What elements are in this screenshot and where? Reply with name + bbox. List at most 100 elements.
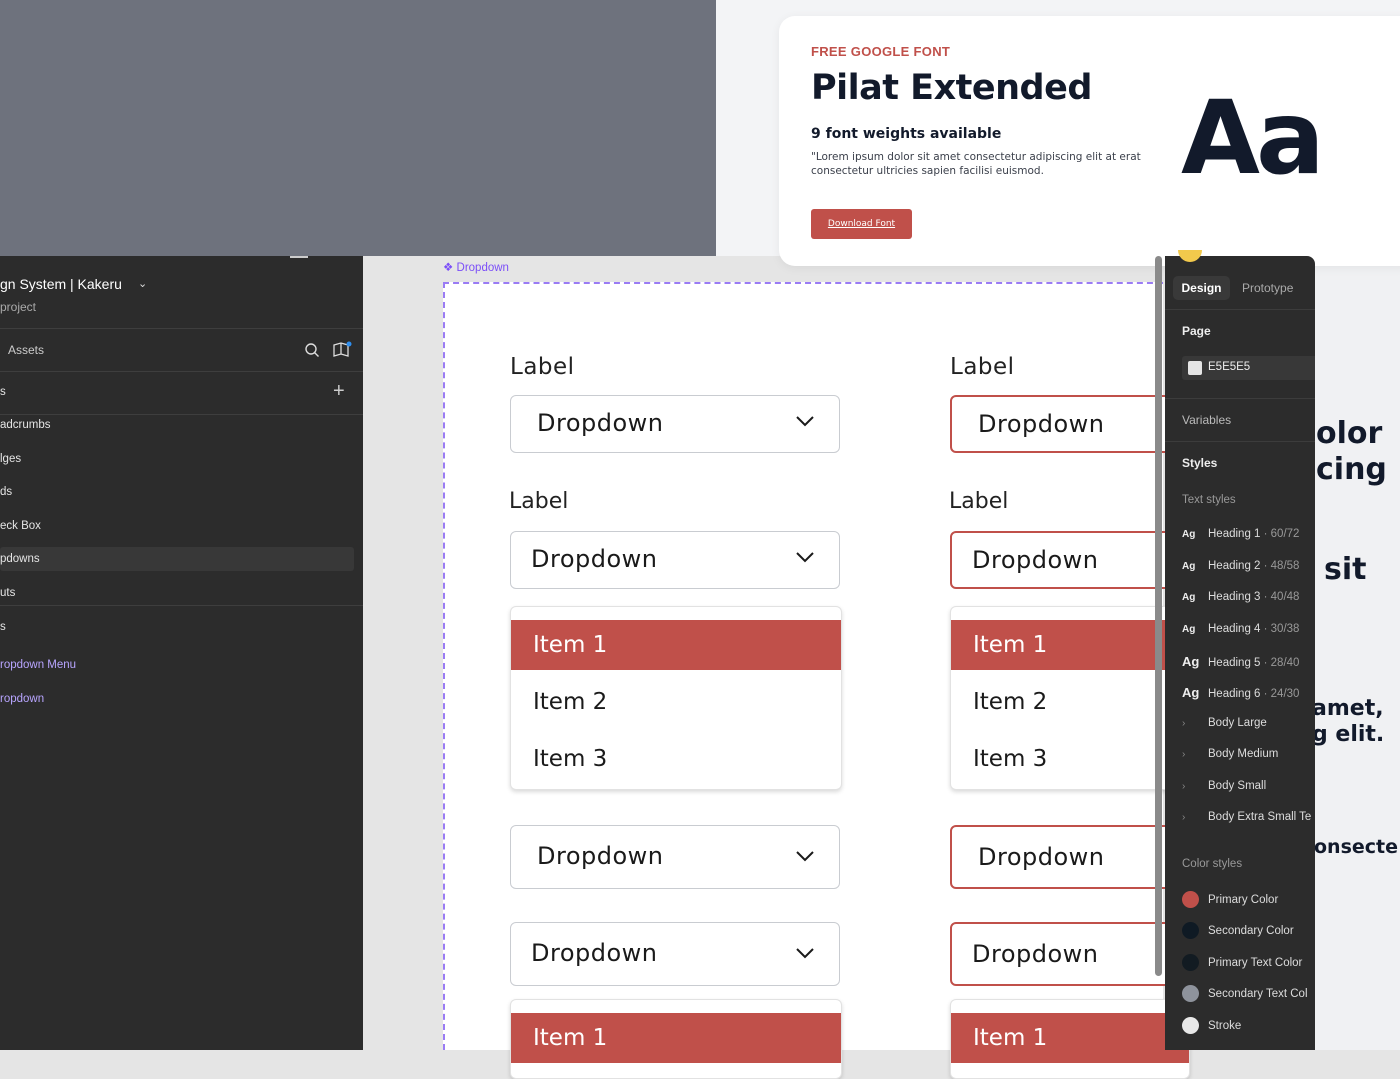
- divider: [0, 328, 363, 329]
- color-swatch[interactable]: [1188, 361, 1202, 375]
- dropdown-error[interactable]: Dropdown: [950, 825, 1190, 889]
- page-color-value: E5E5E5: [1208, 361, 1251, 373]
- body-style-item[interactable]: › Body Small: [1182, 780, 1266, 792]
- color-style-item[interactable]: Stroke: [1182, 1017, 1241, 1034]
- page-item[interactable]: ds: [0, 486, 12, 498]
- color-style-item[interactable]: Secondary Text Col: [1182, 985, 1308, 1002]
- color-style-item[interactable]: Secondary Color: [1182, 922, 1294, 939]
- font-tag: FREE GOOGLE FONT: [811, 44, 951, 59]
- text-styles-heading: Text styles: [1182, 494, 1236, 506]
- chevron-right-icon: ›: [1182, 812, 1186, 823]
- menu-item[interactable]: Item 2: [511, 677, 841, 727]
- file-subtitle: project: [0, 300, 37, 314]
- dropdown-menu: Item 1: [510, 999, 842, 1079]
- chevron-down-icon: [796, 851, 814, 862]
- text-style-name: Heading 4: [1208, 623, 1261, 635]
- section-label[interactable]: s: [0, 621, 6, 633]
- chevron-right-icon: ›: [1182, 718, 1186, 729]
- tab-prototype[interactable]: Prototype: [1242, 281, 1293, 295]
- page-heading: Page: [1182, 324, 1211, 338]
- add-icon[interactable]: +: [333, 381, 345, 401]
- text-style-name: Heading 3: [1208, 591, 1261, 603]
- tab-design[interactable]: Design: [1173, 276, 1230, 300]
- partial-text: olor: [1316, 416, 1383, 451]
- divider: [1165, 441, 1315, 442]
- page-item-label: pdowns: [0, 553, 40, 565]
- dropdown-frame[interactable]: Label Dropdown Label Dropdown Item 1 Ite…: [443, 282, 1190, 1079]
- page-item[interactable]: lges: [0, 453, 21, 465]
- variables-section[interactable]: Variables: [1182, 413, 1231, 427]
- menu-item-selected[interactable]: Item 1: [511, 1013, 841, 1063]
- menu-item-selected[interactable]: Item 1: [951, 1013, 1189, 1063]
- dropdown[interactable]: Dropdown: [510, 531, 840, 589]
- field-label: Label: [950, 354, 1015, 380]
- frame-label-text: Dropdown: [456, 262, 509, 274]
- menu-item-selected[interactable]: Item 1: [511, 620, 841, 670]
- dropdown-value: Dropdown: [531, 939, 658, 967]
- dropdown[interactable]: Dropdown: [510, 395, 840, 453]
- text-style-icon: Ag: [1182, 529, 1196, 540]
- text-style-name: Heading 2: [1208, 560, 1261, 572]
- chevron-down-icon: [796, 552, 814, 563]
- color-style-item[interactable]: Primary Color: [1182, 891, 1278, 908]
- chevron-right-icon: ›: [1182, 781, 1186, 792]
- design-panel: Design Prototype Page E5E5E5 Variables S…: [1165, 256, 1315, 1050]
- color-swatch: [1182, 891, 1199, 908]
- body-style-item[interactable]: › Body Large: [1182, 717, 1267, 729]
- text-style-icon: Ag: [1182, 654, 1200, 669]
- text-style-item[interactable]: Ag Heading 6 · 24/30: [1182, 685, 1299, 700]
- text-style-item[interactable]: Ag Heading 3 · 40/48: [1182, 591, 1299, 603]
- text-style-item[interactable]: Ag Heading 5 · 28/40: [1182, 654, 1299, 669]
- body-style-item[interactable]: › Body Extra Small Te: [1182, 811, 1311, 823]
- text-style-icon: Ag: [1182, 624, 1196, 635]
- text-style-size: · 60/72: [1260, 528, 1300, 540]
- partial-text: sit: [1324, 552, 1367, 587]
- chevron-right-icon: ›: [1182, 749, 1186, 760]
- divider: [0, 414, 363, 415]
- page-item-selected[interactable]: pdowns: [0, 547, 354, 571]
- resize-handle[interactable]: [290, 256, 308, 258]
- text-style-name: Heading 6: [1208, 688, 1261, 700]
- divider: [0, 605, 363, 606]
- dropdown[interactable]: Dropdown: [510, 922, 840, 986]
- dropdown-error[interactable]: Dropdown: [950, 922, 1190, 986]
- dropdown-menu: Item 1 Item 2 Item 3: [510, 606, 842, 790]
- page-item[interactable]: adcrumbs: [0, 419, 51, 431]
- dropdown[interactable]: Dropdown: [510, 825, 840, 889]
- field-label: Label: [510, 354, 575, 380]
- canvas-scrollbar[interactable]: [1155, 256, 1162, 976]
- text-style-name: Heading 1: [1208, 528, 1261, 540]
- color-swatch: [1182, 985, 1199, 1002]
- divider: [0, 371, 363, 372]
- assets-tab[interactable]: Assets: [8, 343, 44, 357]
- styles-heading: Styles: [1182, 456, 1218, 470]
- layers-panel: gn System | Kakeru ⌄ project Assets s + …: [0, 256, 363, 1050]
- component-item[interactable]: ropdown Menu: [0, 659, 76, 671]
- file-title[interactable]: gn System | Kakeru: [0, 276, 122, 292]
- dropdown-value: Dropdown: [978, 843, 1105, 871]
- color-styles-heading: Color styles: [1182, 858, 1243, 870]
- dropdown-error[interactable]: Dropdown: [950, 395, 1190, 453]
- library-icon[interactable]: [332, 341, 352, 364]
- page-color-field[interactable]: E5E5E5: [1182, 356, 1315, 380]
- section-label[interactable]: s: [0, 386, 6, 398]
- text-style-item[interactable]: Ag Heading 2 · 48/58: [1182, 560, 1299, 572]
- dropdown-value: Dropdown: [537, 842, 664, 870]
- page-item[interactable]: uts: [0, 587, 15, 599]
- body-style-item[interactable]: › Body Medium: [1182, 748, 1278, 760]
- dropdown-value: Dropdown: [537, 409, 664, 437]
- search-icon[interactable]: [304, 342, 320, 363]
- dropdown-error[interactable]: Dropdown: [950, 531, 1190, 589]
- frame-label[interactable]: ❖ Dropdown: [443, 260, 509, 274]
- page-item[interactable]: eck Box: [0, 520, 41, 532]
- color-swatch: [1182, 954, 1199, 971]
- component-item[interactable]: ropdown: [0, 693, 44, 705]
- color-style-item[interactable]: Primary Text Color: [1182, 954, 1302, 971]
- text-style-item[interactable]: Ag Heading 4 · 30/38: [1182, 623, 1299, 635]
- color-style-name: Stroke: [1208, 1019, 1242, 1032]
- chevron-down-icon[interactable]: ⌄: [138, 277, 147, 290]
- text-style-size: · 24/30: [1260, 688, 1300, 700]
- menu-item[interactable]: Item 3: [511, 734, 841, 784]
- text-style-item[interactable]: Ag Heading 1 · 60/72: [1182, 528, 1299, 540]
- download-font-button[interactable]: Download Font: [811, 209, 912, 239]
